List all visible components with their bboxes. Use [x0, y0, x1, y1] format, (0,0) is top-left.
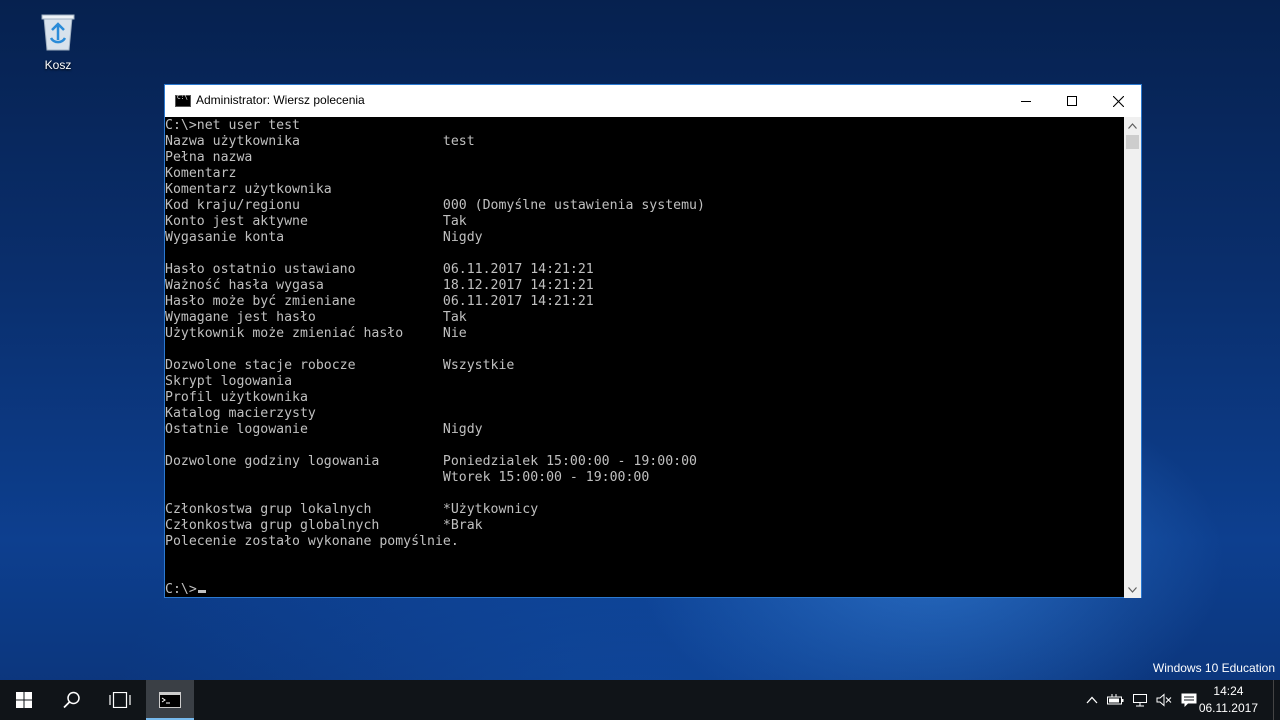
search-button[interactable] — [48, 680, 96, 720]
console-text: C:\>net user test Nazwa użytkownika test… — [165, 117, 1125, 598]
desktop-icon-recycle-bin[interactable]: Kosz — [26, 8, 90, 72]
chevron-up-icon — [1128, 122, 1137, 129]
console-cursor — [197, 590, 206, 593]
console-line: C:\> — [165, 582, 197, 597]
taskbar-cmd-button[interactable] — [146, 680, 194, 720]
windows-start-icon — [16, 692, 32, 708]
console-line: Członkostwa grup lokalnych *Użytkownicy — [165, 502, 539, 517]
console-line: Użytkownik może zmieniać hasło Nie — [165, 326, 467, 341]
maximize-button[interactable] — [1049, 85, 1095, 117]
network-button[interactable] — [1129, 680, 1151, 720]
network-icon — [1133, 694, 1147, 707]
search-icon — [63, 691, 80, 709]
console-line: Wymagane jest hasło Tak — [165, 310, 467, 325]
console-line: Ostatnie logowanie Nigdy — [165, 422, 483, 437]
clock-time: 14:24 — [1213, 684, 1244, 698]
start-button[interactable] — [0, 680, 48, 720]
console-line: Nazwa użytkownika test — [165, 134, 475, 149]
console-line: Kod kraju/regionu 000 (Domyślne ustawien… — [165, 198, 705, 213]
close-icon — [1112, 95, 1124, 107]
chevron-down-icon — [1128, 586, 1137, 593]
show-desktop-button[interactable] — [1273, 680, 1280, 720]
console-line: Profil użytkownika — [165, 390, 308, 405]
cmd-icon — [159, 692, 181, 708]
console-line: Polecenie zostało wykonane pomyślnie. — [165, 534, 459, 549]
volume-button[interactable] — [1153, 680, 1175, 720]
console-line: Komentarz użytkownika — [165, 182, 332, 197]
console-line: Skrypt logowania — [165, 374, 293, 389]
window-titlebar[interactable]: Administrator: Wiersz polecenia — [165, 85, 1141, 117]
console-line: Pełna nazwa — [165, 150, 253, 165]
action-center-button[interactable] — [1178, 680, 1200, 720]
scroll-thumb[interactable] — [1126, 135, 1139, 149]
task-view-icon — [109, 692, 131, 708]
battery-icon — [1107, 694, 1124, 705]
vertical-scrollbar[interactable] — [1124, 117, 1141, 598]
show-hidden-icons-button[interactable] — [1083, 680, 1101, 720]
recycle-bin-label: Kosz — [44, 58, 72, 72]
volume-muted-icon — [1156, 693, 1172, 707]
clock-date: 06.11.2017 — [1198, 701, 1258, 715]
console-line: Ważność hasła wygasa 18.12.2017 14:21:21 — [165, 278, 594, 293]
console-line: Konto jest aktywne Tak — [165, 214, 467, 229]
console-line: Wtorek 15:00:00 - 19:00:00 — [165, 470, 650, 485]
battery-button[interactable] — [1105, 680, 1127, 720]
console-line: Dozwolone godziny logowania Poniedzialek… — [165, 454, 697, 469]
chevron-up-icon — [1086, 696, 1098, 704]
minimize-icon — [1021, 101, 1031, 102]
taskbar: 14:24 06.11.2017 — [0, 680, 1280, 720]
taskbar-clock[interactable]: 14:24 06.11.2017 — [1199, 683, 1258, 717]
task-view-button[interactable] — [96, 680, 144, 720]
close-button[interactable] — [1095, 85, 1141, 117]
console-line: Hasło może być zmieniane 06.11.2017 14:2… — [165, 294, 594, 309]
scroll-up-button[interactable] — [1124, 117, 1141, 134]
console-line: C:\>net user test — [165, 118, 300, 133]
console-line: Hasło ostatnio ustawiano 06.11.2017 14:2… — [165, 262, 594, 277]
maximize-icon — [1067, 96, 1077, 106]
console-line: Komentarz — [165, 166, 237, 181]
console-line: Członkostwa grup globalnych *Brak — [165, 518, 483, 533]
console-output[interactable]: C:\>net user test Nazwa użytkownika test… — [165, 117, 1125, 598]
console-line: Wygasanie konta Nigdy — [165, 230, 483, 245]
action-center-icon — [1181, 693, 1197, 707]
windows-edition-watermark: Windows 10 Education — [1152, 661, 1275, 675]
minimize-button[interactable] — [1003, 85, 1049, 117]
console-line: Katalog macierzysty — [165, 406, 316, 421]
recycle-bin-icon — [41, 14, 75, 51]
window-title: Administrator: Wiersz polecenia — [196, 93, 365, 107]
console-line: Dozwolone stacje robocze Wszystkie — [165, 358, 515, 373]
cmd-icon[interactable] — [175, 94, 191, 107]
cmd-window[interactable]: Administrator: Wiersz polecenia C:\>net … — [164, 84, 1142, 598]
scroll-down-button[interactable] — [1124, 581, 1141, 598]
